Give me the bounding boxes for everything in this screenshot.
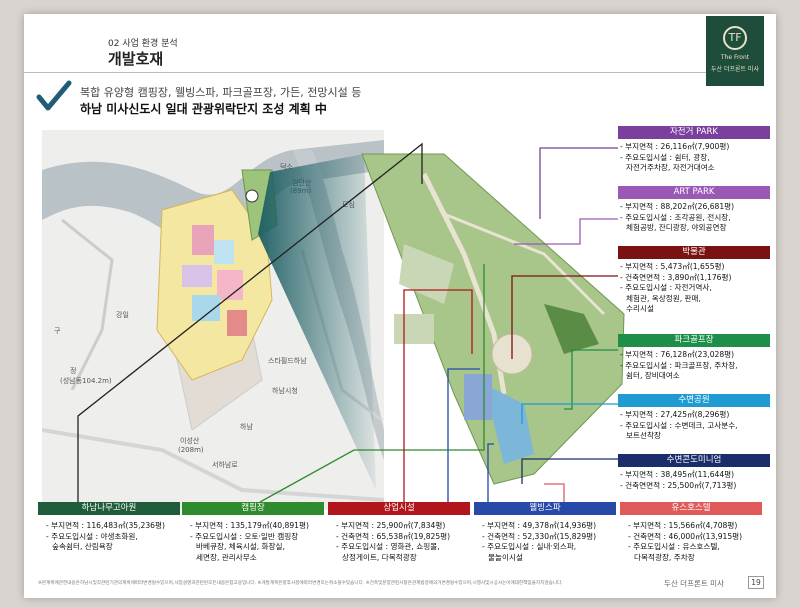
- info-row: - 부지면적 : 27,425㎡(8,296평): [620, 410, 730, 419]
- info-row: - 부지면적 : 15,566㎡(4,708평): [628, 521, 738, 530]
- area-map-drawing: [42, 130, 384, 510]
- info-row: 바베큐장, 체육시설, 화장실,: [196, 542, 285, 551]
- info-row: - 건축면적 : 46,000㎡(13,915평): [628, 531, 743, 541]
- info-row: - 건축연면적 : 25,500㎡(7,713평): [620, 480, 737, 490]
- page-title: 개발호재: [108, 50, 164, 68]
- info-box-camping: 캠핑장 - 부지면적 : 135,179㎡(40,891평) - 주요도입시설 …: [182, 502, 324, 563]
- map-label-iseongsan-height: (208m): [178, 446, 204, 454]
- info-box-art-park: ART PARK - 부지면적 : 88,202㎡(26,681평) - 주요도…: [618, 186, 770, 234]
- info-row: - 부지면적 : 135,179㎡(40,891평): [190, 521, 309, 530]
- info-row: - 부지면적 : 76,128㎡(23,028평): [620, 350, 735, 359]
- map-label-hanam: 하남: [240, 423, 253, 431]
- summary-line1: 복합 유양형 캠핑장, 웰빙스파, 파크골프장, 가든, 전망시설 등: [80, 86, 362, 99]
- info-row: - 건축면적 : 52,330㎡(15,829평): [482, 531, 597, 541]
- info-box-title: 하남나무고아원: [38, 502, 180, 515]
- info-box-title: 웰빙스파: [474, 502, 616, 515]
- logo-mark: TF: [723, 26, 747, 50]
- info-row: - 부지면적 : 25,900㎡(7,834평): [336, 521, 446, 530]
- info-row: - 부지면적 : 38,495㎡(11,644평): [620, 470, 735, 479]
- info-box-title: 유스호스텔: [620, 502, 762, 515]
- info-row: 상정게이트, 다목적광장: [342, 552, 417, 562]
- map-label-jeong-height: (성남동104.2m): [60, 377, 112, 385]
- info-row: - 부지면적 : 5,473㎡(1,655평): [620, 262, 725, 271]
- info-box-title: 캠핑장: [182, 502, 324, 515]
- info-box-title: 박물관: [618, 246, 770, 259]
- info-row: 자전거주차장, 자전거대여소: [626, 163, 715, 172]
- map-label-deokso: 덕소: [280, 163, 293, 171]
- header-divider: [24, 72, 714, 73]
- info-box-title: ART PARK: [618, 186, 770, 199]
- info-row: - 주요도입시설 : 조각공원, 전시장,: [620, 212, 731, 222]
- info-box-title: 상업시설: [328, 502, 470, 515]
- info-row: - 주요도입시설 : 야생초화원,: [46, 531, 138, 541]
- info-box-title: 자전거 PARK: [618, 126, 770, 139]
- area-map: 덕소 검단산 (89m) 도심 강일 구 정 (성남동104.2m) 스타필드하…: [42, 130, 384, 510]
- brochure-page: 02 사업 환경 분석 개발호재 TF The Front 두산 더프론트 미사…: [24, 14, 776, 598]
- info-row: - 주요도입시설 : 영화관, 쇼핑몰,: [336, 542, 440, 551]
- map-label-iseongsan: 이성산: [180, 437, 200, 445]
- footer-brand: 두산 더프론트 미사: [664, 579, 724, 588]
- info-row: - 부지면적 : 49,378㎡(14,936평): [482, 521, 597, 530]
- footer-disclaimer: ※본계획에관한내용은하남시및각관련기관의계획에따라변경될수있으며,사업설명과관련…: [38, 581, 563, 586]
- info-row: - 주요도입시설 : 실내·외스파,: [482, 542, 577, 551]
- map-label-starfield: 스타필드하남: [268, 357, 307, 365]
- info-box-title: 수변콘도미니엄: [618, 454, 770, 467]
- info-row: 체험공방, 잔디광장, 야외공연장: [626, 223, 727, 232]
- info-box-youth-hostel: 유스호스텔 - 부지면적 : 15,566㎡(4,708평) - 건축면적 : …: [620, 502, 762, 563]
- info-row: - 주요도입시설 : 오토·일반 캠핑장: [190, 531, 299, 541]
- page-number: 19: [748, 576, 764, 589]
- info-row: - 주요도입시설 : 자전거역사,: [620, 283, 712, 292]
- info-box-condominium: 수변콘도미니엄 - 부지면적 : 38,495㎡(11,644평) - 건축연면…: [618, 454, 770, 491]
- logo-line2: 두산 더프론트 미사: [711, 66, 759, 73]
- info-row: 수리시설: [626, 304, 654, 313]
- map-label-hanam-city: 하남시청: [272, 387, 298, 395]
- info-row: 물놀이시설: [488, 552, 523, 562]
- info-row: - 부지면적 : 26,116㎡(7,900평): [620, 142, 730, 151]
- info-row: - 부지면적 : 116,483㎡(35,236평): [46, 521, 165, 530]
- map-label-gangil: 강일: [116, 311, 129, 319]
- info-box-museum: 박물관 - 부지면적 : 5,473㎡(1,655평) - 건축연면적 : 3,…: [618, 246, 770, 315]
- info-row: 숲속쉼터, 산림욕장: [52, 542, 113, 551]
- info-row: 세면장, 관리사무소: [196, 552, 257, 562]
- checkmark-icon: [36, 80, 72, 111]
- info-row: 쉼터, 장비대여소: [626, 371, 680, 380]
- info-row: 보트선착장: [626, 431, 661, 440]
- info-box-bicycle-park: 자전거 PARK - 부지면적 : 26,116㎡(7,900평) - 주요도입…: [618, 126, 770, 174]
- logo-line1: The Front: [720, 54, 750, 61]
- map-label-gu: 구: [54, 327, 61, 335]
- info-row: - 부지면적 : 88,202㎡(26,681평): [620, 202, 735, 211]
- info-box-title: 파크골프장: [618, 334, 770, 347]
- info-box-waterfront-park: 수변공원 - 부지면적 : 27,425㎡(8,296평) - 주요도입시설 :…: [618, 394, 770, 442]
- map-label-road: 서하남로: [212, 461, 238, 469]
- brand-logo: TF The Front 두산 더프론트 미사: [706, 16, 764, 86]
- info-row: - 주요도입시설 : 쉼터, 광장,: [620, 152, 710, 162]
- info-row: - 건축면적 : 65,538㎡(19,825평): [336, 531, 451, 541]
- map-label-mountain-height: (89m): [290, 187, 312, 195]
- info-row: - 주요도입시설 : 파크골프장, 주차장,: [620, 360, 738, 370]
- summary-line2: 하남 미사신도시 일대 관광위락단지 조성 계획 中: [80, 102, 327, 116]
- info-box-title: 수변공원: [618, 394, 770, 407]
- info-row: - 주요도입시설 : 유스호스텔,: [628, 542, 720, 551]
- info-box-commercial: 상업시설 - 부지면적 : 25,900㎡(7,834평) - 건축면적 : 6…: [328, 502, 470, 563]
- map-label-jeong: 정: [70, 367, 77, 375]
- info-box-wellbeing-spa: 웰빙스파 - 부지면적 : 49,378㎡(14,936평) - 건축면적 : …: [474, 502, 616, 563]
- info-row: 다목적광장, 주차장: [634, 552, 695, 562]
- info-row: 체험관, 옥상정원, 판매,: [626, 293, 701, 303]
- map-label-dosim: 도심: [342, 201, 355, 209]
- info-row: - 주요도입시설 : 수변데크, 고사분수,: [620, 420, 738, 430]
- info-box-tree-orphanage: 하남나무고아원 - 부지면적 : 116,483㎡(35,236평) - 주요도…: [38, 502, 180, 553]
- info-box-park-golf: 파크골프장 - 부지면적 : 76,128㎡(23,028평) - 주요도입시설…: [618, 334, 770, 382]
- info-row: - 건축연면적 : 3,890㎡(1,176평): [620, 272, 732, 282]
